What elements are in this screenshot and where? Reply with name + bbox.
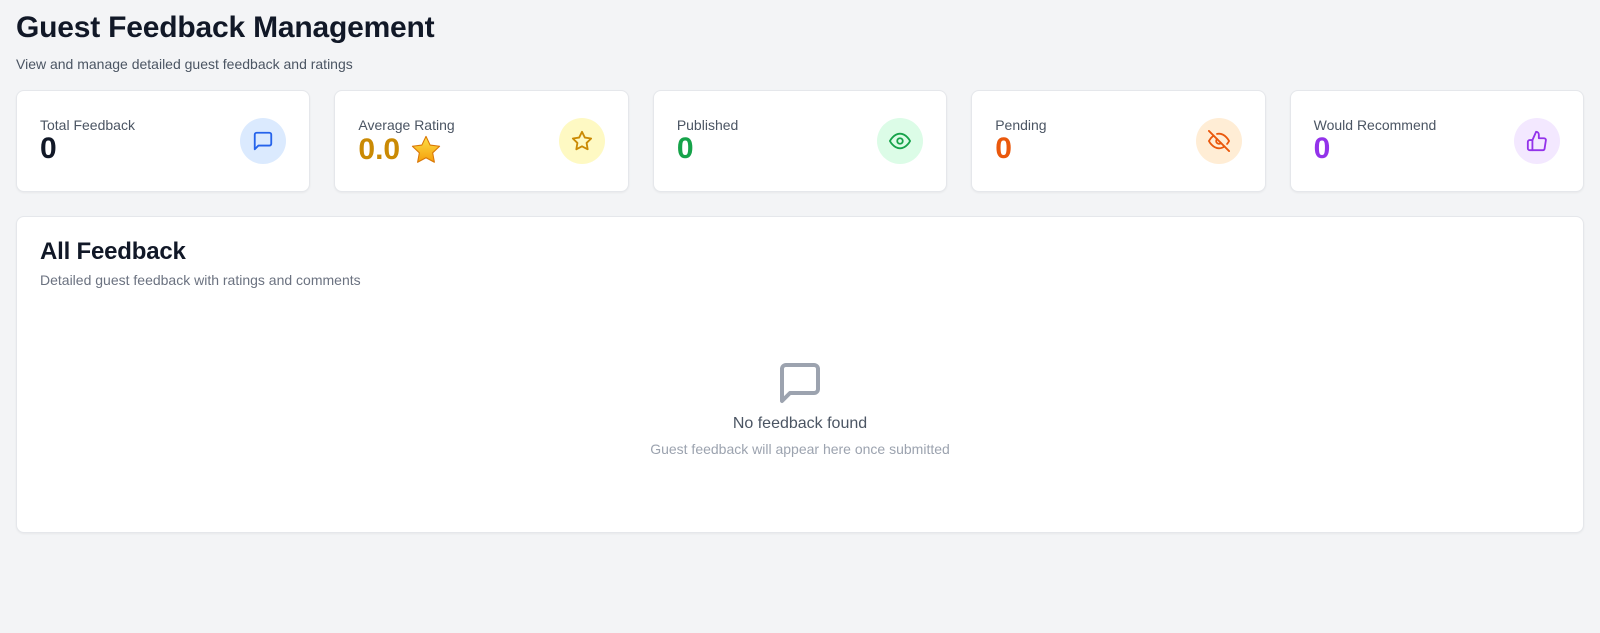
stat-card-total-feedback: Total Feedback 0 — [16, 90, 311, 192]
stat-icon-wrapper — [1195, 118, 1242, 164]
star-emoji-icon — [411, 135, 441, 163]
empty-state-description: Guest feedback will appear here once sub… — [650, 441, 950, 457]
stats-row: Total Feedback 0 Average Rating 0.0 Publ… — [16, 90, 1585, 192]
stat-value-number: 0 — [676, 132, 694, 165]
stat-label: Total Feedback — [40, 117, 135, 133]
stat-label: Average Rating — [358, 117, 455, 133]
stat-card-pending: Pending 0 — [971, 90, 1266, 192]
message-square-icon — [254, 131, 273, 151]
stat-icon-wrapper — [240, 118, 287, 164]
stat-icon-wrapper — [558, 118, 605, 164]
stat-label: Published — [676, 117, 739, 133]
empty-state-title: No feedback found — [732, 415, 868, 432]
stat-value: 0 — [40, 134, 135, 164]
stat-value-number: 0 — [1313, 132, 1331, 165]
empty-state: No feedback found Guest feedback will ap… — [17, 359, 1583, 458]
stat-card-would-recommend: Would Recommend 0 — [1289, 90, 1585, 192]
stat-label: Would Recommend — [1313, 117, 1437, 133]
stat-value: 0 — [995, 134, 1046, 164]
message-square-icon — [780, 363, 820, 403]
page: Guest Feedback Management View and manag… — [0, 0, 1600, 533]
panel-title: All Feedback — [40, 238, 186, 265]
stat-card-published: Published 0 — [652, 90, 948, 192]
thumbs-up-icon — [1526, 130, 1547, 152]
page-subtitle: View and manage detailed guest feedback … — [16, 56, 353, 72]
panel-subtitle: Detailed guest feedback with ratings and… — [40, 272, 361, 288]
eye-off-icon — [1207, 130, 1230, 152]
stat-value: 0.0 — [358, 134, 454, 166]
stat-label: Pending — [995, 117, 1047, 133]
feedback-panel: All Feedback Detailed guest feedback wit… — [16, 216, 1584, 533]
stat-value-number: 0.0 — [358, 133, 401, 166]
stat-value-number: 0 — [40, 132, 57, 165]
page-title: Guest Feedback Management — [16, 11, 435, 44]
stat-icon-wrapper — [1514, 118, 1561, 164]
star-icon — [571, 130, 592, 151]
stat-card-average-rating: Average Rating 0.0 — [334, 90, 629, 192]
stat-icon-wrapper — [877, 118, 924, 164]
stat-value: 0 — [677, 134, 739, 164]
stat-value: 0 — [1314, 134, 1437, 164]
eye-icon — [889, 132, 912, 150]
stat-value-number: 0 — [995, 132, 1012, 165]
